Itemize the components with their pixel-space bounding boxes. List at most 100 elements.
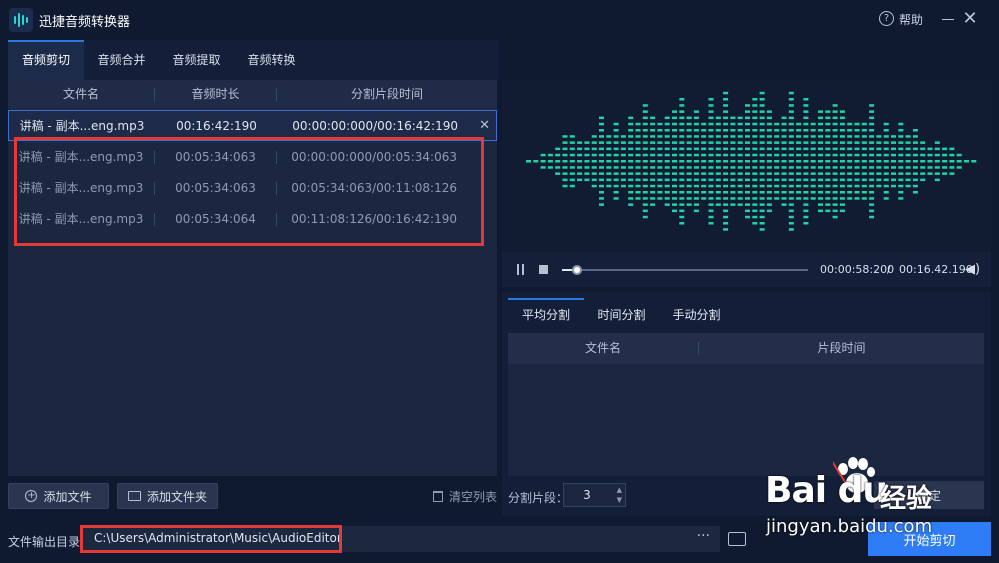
volume-icon[interactable]: ◀)	[965, 262, 980, 277]
open-folder-icon[interactable]	[728, 532, 746, 546]
add-file-button[interactable]: + 添加文件	[8, 483, 109, 509]
waveform-bar	[620, 184, 626, 188]
waveform-bar	[599, 129, 604, 132]
waveform-bar	[788, 215, 794, 219]
help-icon[interactable]: ?	[879, 11, 894, 26]
waveform-bar	[781, 141, 787, 144]
waveform-bar	[584, 147, 590, 151]
close-icon[interactable]: ✕	[962, 9, 978, 29]
waveform-bar	[839, 178, 845, 182]
waveform-bar	[723, 215, 729, 219]
waveform-bar	[584, 160, 590, 163]
waveform-bar	[949, 153, 955, 157]
waveform-bar	[847, 129, 853, 132]
minimize-icon[interactable]	[942, 19, 954, 20]
waveform-bar	[745, 166, 750, 169]
waveform-bar	[679, 104, 685, 107]
waveform-bar	[693, 129, 699, 132]
waveform-bar	[774, 141, 780, 144]
help-link[interactable]: 帮助	[899, 11, 923, 28]
tab-manual-split[interactable]: 手动分割	[659, 298, 734, 330]
waveform-bar	[861, 153, 867, 157]
waveform-bar	[730, 203, 736, 206]
pause-icon[interactable]	[517, 264, 527, 275]
waveform-bar	[752, 178, 758, 182]
waveform-bar	[708, 160, 714, 163]
segments-value[interactable]: 3	[564, 484, 610, 506]
segments-stepper[interactable]: 3 ▲ ▼	[563, 483, 626, 507]
add-folder-button[interactable]: 添加文件夹	[117, 483, 218, 509]
waveform-bar	[650, 129, 656, 132]
waveform-bar	[642, 184, 648, 188]
waveform-bar	[766, 153, 772, 157]
tab-time-split[interactable]: 时间分割	[584, 298, 659, 330]
waveform-bar	[759, 147, 765, 151]
tab-audio-extract[interactable]: 音频提取	[159, 40, 234, 80]
tab-audio-cut[interactable]: 音频剪切	[8, 40, 84, 80]
waveform-bar	[752, 160, 758, 163]
waveform-bar	[832, 172, 838, 175]
waveform-bar	[891, 184, 896, 188]
waveform-bar	[912, 178, 918, 182]
waveform-bar	[912, 191, 918, 194]
more-options-icon[interactable]: ···	[697, 528, 710, 544]
waveform-bar	[759, 129, 765, 132]
waveform-bar	[810, 178, 816, 182]
waveform-bar	[606, 141, 612, 144]
waveform-bar	[686, 147, 692, 151]
waveform-bar	[708, 104, 714, 107]
segments-label: 分割片段：	[508, 491, 569, 505]
waveform-bar	[825, 141, 831, 144]
waveform-bar	[752, 153, 758, 157]
progress-knob[interactable]	[572, 265, 582, 275]
waveform-bar	[599, 197, 604, 200]
waveform-bar	[657, 178, 663, 182]
waveform-bar	[577, 153, 583, 157]
remove-row-icon[interactable]: ✕	[479, 111, 490, 140]
waveform-bar	[642, 209, 648, 213]
waveform-bar	[745, 197, 750, 200]
tab-audio-merge[interactable]: 音频合并	[84, 40, 159, 80]
waveform-bar	[847, 172, 853, 175]
tab-average-split[interactable]: 平均分割	[508, 298, 584, 330]
waveform-bar	[766, 191, 772, 194]
waveform-bar	[796, 160, 802, 163]
waveform-bar	[832, 129, 838, 132]
waveform-bar	[905, 147, 911, 151]
waveform-bar	[898, 153, 904, 157]
waveform-bar	[847, 166, 853, 169]
waveform-bar	[876, 172, 882, 175]
stop-icon[interactable]	[539, 265, 548, 274]
waveform-bar	[679, 197, 685, 200]
waveform-bar	[664, 122, 670, 126]
waveform-bar	[891, 147, 896, 151]
waveform-bar	[927, 172, 933, 175]
tab-audio-convert[interactable]: 音频转换	[234, 40, 309, 80]
clear-list-button[interactable]: 清空列表	[433, 488, 497, 505]
waveform-bar	[905, 178, 911, 182]
waveform-bar	[766, 147, 772, 151]
waveform-bar	[555, 160, 561, 163]
waveform-bar	[752, 166, 758, 169]
waveform-bar	[869, 178, 875, 182]
waveform-bar	[818, 116, 823, 120]
waveform-bar	[766, 172, 772, 175]
stepper-up-icon[interactable]: ▲	[617, 486, 622, 494]
progress-track[interactable]	[562, 269, 808, 271]
waveform-bar	[657, 172, 663, 175]
waveform-bar	[693, 110, 699, 113]
waveform-bar	[803, 104, 809, 107]
waveform-bar	[737, 178, 743, 182]
waveform-bar	[642, 197, 648, 200]
waveform-bar	[810, 191, 816, 194]
waveform-bar	[818, 147, 823, 151]
waveform-bar	[679, 141, 685, 144]
waveform-bar	[861, 160, 867, 163]
waveform-bar	[796, 197, 802, 200]
waveform-bar	[591, 141, 597, 144]
waveform-bar	[788, 104, 794, 107]
waveform-bar	[628, 141, 634, 144]
waveform-bar	[562, 160, 568, 163]
waveform-bar	[642, 191, 648, 194]
stepper-down-icon[interactable]: ▼	[617, 496, 622, 504]
